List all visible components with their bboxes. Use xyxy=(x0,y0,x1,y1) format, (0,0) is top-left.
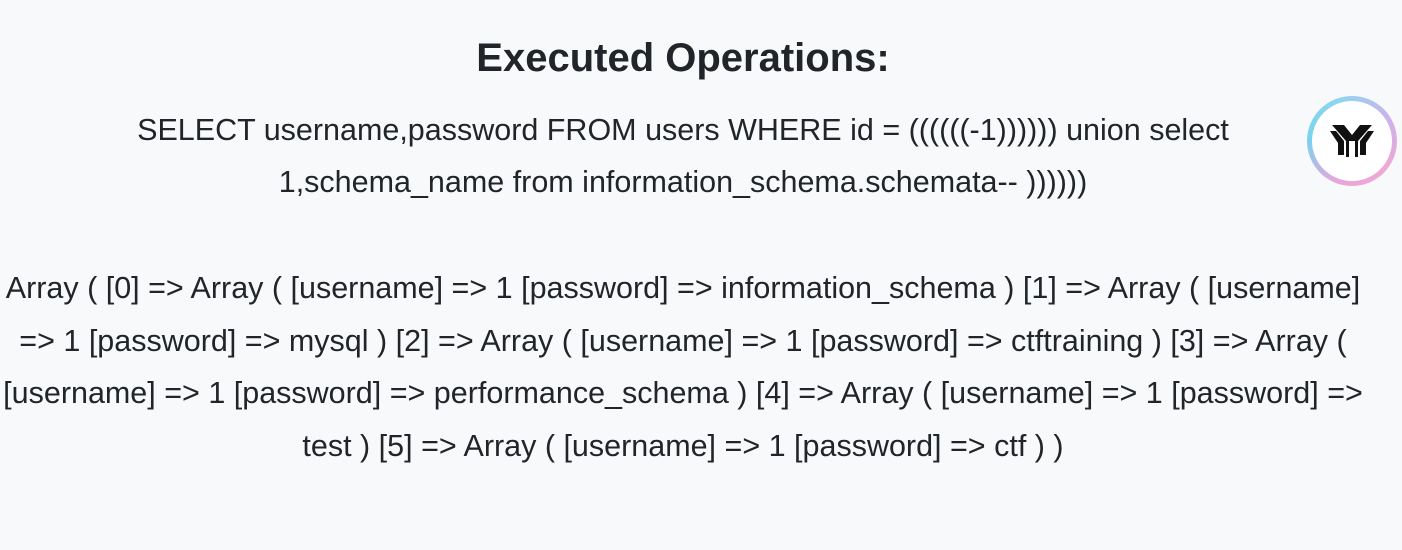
executed-query: SELECT username,password FROM users WHER… xyxy=(137,113,1229,199)
assistant-widget-button[interactable] xyxy=(1307,96,1397,186)
page: Executed Operations: SELECT username,pas… xyxy=(0,0,1402,550)
assistant-logo-icon xyxy=(1322,109,1382,174)
assistant-widget-face xyxy=(1312,101,1392,181)
query-result: Array ( [0] => Array ( [username] => 1 [… xyxy=(3,271,1363,463)
page-title: Executed Operations: xyxy=(476,36,890,80)
